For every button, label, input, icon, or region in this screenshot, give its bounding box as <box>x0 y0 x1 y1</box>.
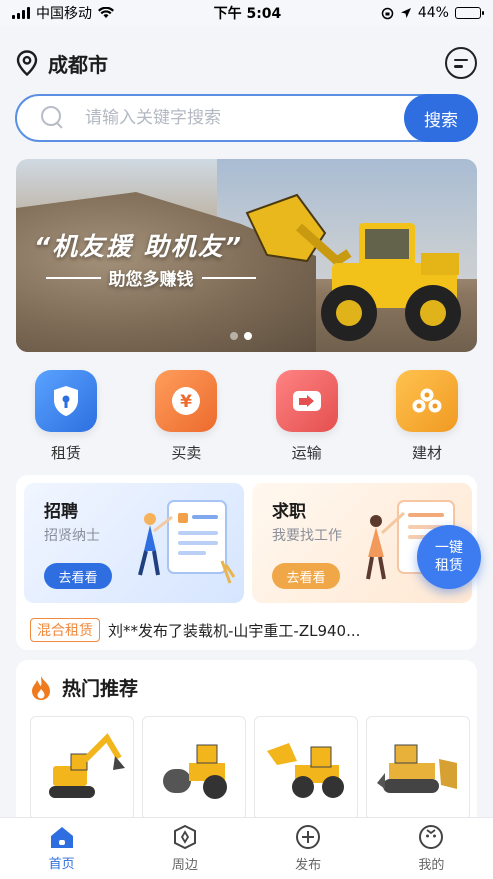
hot-recommend-list <box>30 716 470 820</box>
banner-slogan: “机友援 助机友” <box>34 232 243 261</box>
banner-subtitle: 助您多赚钱 <box>46 265 256 290</box>
hot-recommend-header: 热门推荐 <box>30 674 138 701</box>
tab-home[interactable]: 首页 <box>0 818 123 879</box>
job-seek-title: 求职 <box>272 502 306 522</box>
truck-icon <box>275 370 338 432</box>
message-menu-icon[interactable] <box>445 47 477 79</box>
category-label: 建材 <box>411 444 442 462</box>
promo-banner[interactable]: “机友援 助机友” 助您多赚钱 <box>16 159 477 352</box>
hot-item-road-roller[interactable] <box>142 716 246 820</box>
bottom-tab-bar: 首页 周边 发布 我的 <box>0 817 493 879</box>
battery-percent: 44% <box>417 5 449 21</box>
carrier-label: 中国移动 <box>36 6 92 22</box>
clock: 下午 5:04 <box>213 6 282 22</box>
svg-text:¥: ¥ <box>180 392 192 412</box>
wifi-icon <box>98 7 114 18</box>
search-bar: 搜索 <box>15 94 478 142</box>
city-name: 成都市 <box>48 52 108 77</box>
search-icon <box>41 106 65 130</box>
job-seek-view-button[interactable]: 去看看 <box>272 563 340 589</box>
battery-icon <box>454 7 484 19</box>
user-face-icon <box>419 825 444 849</box>
add-circle-icon <box>296 825 321 849</box>
jobs-section: 招聘 招贤纳士 去看看 求职 我要找工作 去看看 混合租赁 刘**发布了装载机-… <box>16 475 477 650</box>
tab-publish[interactable]: 发布 <box>247 818 370 879</box>
orientation-lock-icon <box>381 7 394 19</box>
yuan-icon: ¥ <box>155 370 218 432</box>
news-ticker[interactable]: 混合租赁 刘**发布了装载机-山宇重工-ZL940... <box>30 618 360 642</box>
tab-nearby[interactable]: 周边 <box>123 818 246 879</box>
recruit-title: 招聘 <box>44 502 78 522</box>
category-label: 租赁 <box>50 444 81 462</box>
location-arrow-icon <box>400 8 411 18</box>
materials-icon <box>395 370 458 432</box>
home-icon <box>50 827 73 848</box>
category-label: 运输 <box>291 444 322 462</box>
status-bar: 中国移动 下午 5:04 44% <box>0 0 493 26</box>
search-button[interactable]: 搜索 <box>404 94 478 142</box>
recruit-view-button[interactable]: 去看看 <box>44 563 112 589</box>
category-transport[interactable]: 运输 <box>265 370 349 463</box>
job-seek-subtitle: 我要找工作 <box>272 528 342 544</box>
news-text: 刘**发布了装载机-山宇重工-ZL940... <box>108 621 361 640</box>
shield-icon <box>35 370 97 432</box>
hot-item-bulldozer[interactable] <box>366 716 470 820</box>
signal-icon <box>12 7 30 19</box>
city-selector[interactable]: 成都市 <box>16 49 108 78</box>
banner-dot[interactable] <box>230 332 238 340</box>
news-tag: 混合租赁 <box>30 618 100 642</box>
recruit-illustration <box>138 500 236 584</box>
category-trade[interactable]: ¥ 买卖 <box>144 370 228 463</box>
header: 成都市 <box>16 40 477 86</box>
banner-dot-active[interactable] <box>244 332 252 340</box>
banner-pagination <box>230 332 252 340</box>
hot-recommend-section: 热门推荐 <box>16 660 477 830</box>
compass-icon <box>173 824 196 850</box>
tab-profile[interactable]: 我的 <box>370 818 493 879</box>
category-materials[interactable]: 建材 <box>385 370 469 463</box>
category-grid: 租赁 ¥ 买卖 运输 建材 <box>24 370 469 463</box>
hot-recommend-title: 热门推荐 <box>62 678 139 700</box>
quick-rent-button[interactable]: 一键 租赁 <box>417 525 481 589</box>
wheel-loader-image <box>245 193 461 341</box>
category-label: 买卖 <box>171 444 202 462</box>
hot-item-excavator[interactable] <box>30 716 134 820</box>
flame-icon <box>32 675 50 700</box>
hot-item-wheel-loader[interactable] <box>254 716 358 820</box>
recruit-subtitle: 招贤纳士 <box>44 528 100 544</box>
category-rental[interactable]: 租赁 <box>24 370 108 463</box>
location-pin-icon <box>16 50 38 76</box>
recruit-card[interactable]: 招聘 招贤纳士 去看看 <box>24 483 244 603</box>
